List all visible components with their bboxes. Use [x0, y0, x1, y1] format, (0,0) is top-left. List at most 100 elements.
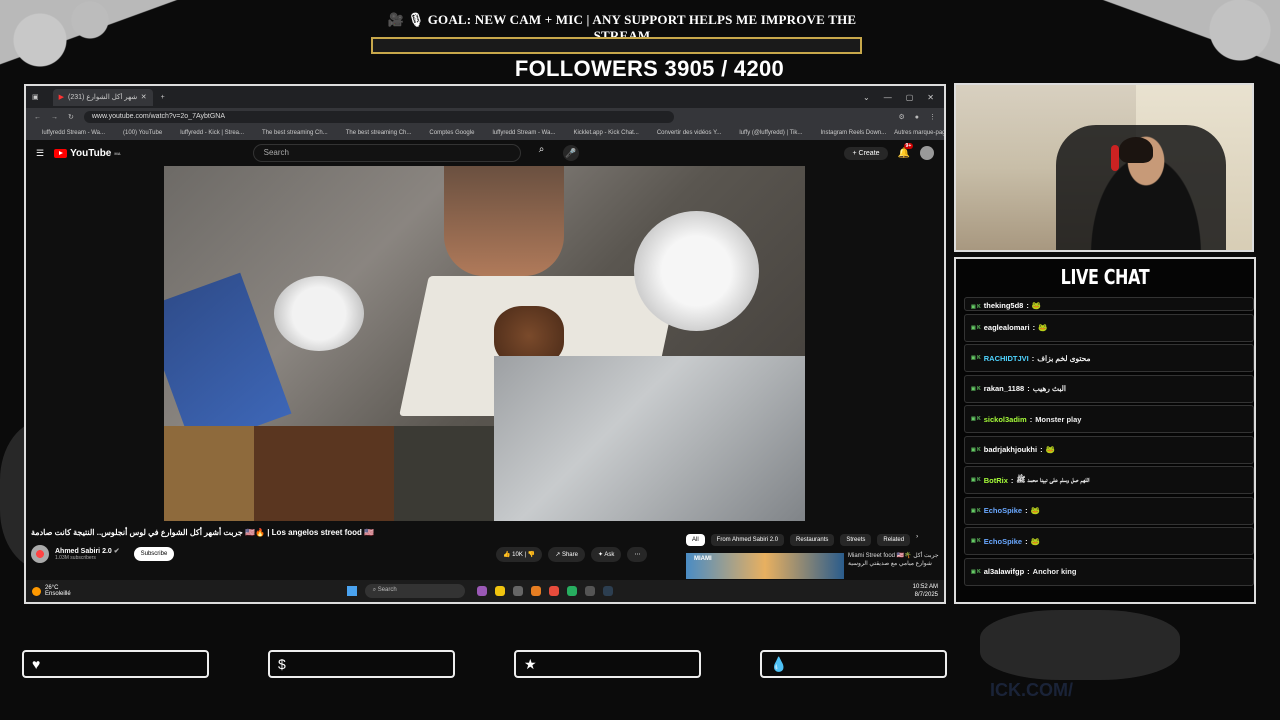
chrome-icon[interactable]: [566, 586, 577, 596]
chat-message: ▣ Kal3alawifgp: Anchor king: [964, 557, 1254, 586]
create-button[interactable]: + Create: [844, 146, 888, 160]
youtube-search-input[interactable]: Search: [252, 144, 521, 162]
like-button[interactable]: 👍 10K | 👎: [496, 547, 543, 562]
chat-text: Anchor king: [1032, 567, 1077, 576]
bookmark-item[interactable]: The best streaming Ch...: [346, 130, 412, 136]
channel-avatar[interactable]: [31, 545, 49, 563]
youtube-play-icon: [54, 148, 68, 158]
watermark-text: ICK.COM/: [990, 680, 1073, 700]
app-icon[interactable]: [548, 586, 559, 596]
bookmark-item[interactable]: (100) YouTube: [123, 130, 162, 136]
thumbs-down-icon[interactable]: 👎: [528, 552, 535, 558]
close-tab-icon[interactable]: ✕: [141, 93, 147, 101]
related-title[interactable]: Miami Street food 🇺🇸🌴 جربت أكل شوارع ميا…: [848, 553, 940, 579]
new-tab-icon[interactable]: +: [161, 94, 165, 101]
logo-text: YouTube: [70, 147, 112, 159]
chat-username[interactable]: eaglealomari: [984, 323, 1030, 332]
chat-separator: :: [1027, 567, 1030, 576]
ask-button[interactable]: ✦ Ask: [590, 547, 622, 562]
chat-username[interactable]: EchoSpike: [984, 537, 1022, 546]
url-field[interactable]: www.youtube.com/watch?v=2o_7AybtGNA: [83, 111, 674, 123]
badge-icon: ▣ K: [971, 416, 981, 422]
chat-username[interactable]: rakan_1188: [984, 384, 1024, 393]
channel-name[interactable]: Ahmed Sabiri 2.0 ✔: [55, 547, 120, 555]
chip-0[interactable]: All: [686, 534, 705, 546]
logo-country: MA: [114, 150, 121, 156]
badge-icon: ▣ K: [971, 446, 981, 453]
more-actions-icon[interactable]: ⋯: [627, 547, 648, 562]
chat-username[interactable]: badrjakhjoukhi: [984, 445, 1037, 454]
profile-icon[interactable]: ●: [915, 114, 919, 121]
close-window-icon[interactable]: ✕: [927, 93, 934, 102]
related-thumbnail[interactable]: MIAMI: [686, 553, 844, 579]
steam-icon[interactable]: [602, 586, 613, 596]
channel-name-text: Ahmed Sabiri 2.0: [55, 548, 112, 555]
subscribe-button[interactable]: Subscribe: [133, 547, 175, 561]
search-icon[interactable]: ⌕: [531, 144, 553, 162]
bookmarks-more[interactable]: Autres marque-pages: [894, 130, 944, 136]
bookmark-item[interactable]: Comptes Google: [429, 130, 474, 136]
minimize-icon[interactable]: —: [884, 93, 892, 102]
support-button-3[interactable]: 💧: [760, 650, 947, 678]
support-button-2[interactable]: ★: [514, 650, 701, 678]
terminal-icon[interactable]: [512, 586, 523, 596]
heart-icon: ♥: [32, 656, 41, 672]
mic-icon[interactable]: 🎤: [562, 145, 579, 161]
chat-message: ▣ Krakan_1188: البث رهيب: [964, 374, 1254, 403]
bookmark-item[interactable]: Instagram Reels Down...: [820, 130, 886, 136]
chat-username[interactable]: EchoSpike: [984, 506, 1022, 515]
firefox-icon[interactable]: [530, 586, 541, 596]
share-button[interactable]: ↗ Share: [548, 547, 585, 562]
support-button-1[interactable]: $: [268, 650, 455, 678]
bookmark-item[interactable]: luffyredd - Kick | Strea...: [180, 130, 244, 136]
chevron-down-icon[interactable]: ⌄: [863, 93, 870, 102]
chip-3[interactable]: Streets: [840, 534, 872, 546]
badge-icon: ▣ K: [971, 385, 981, 392]
screen-capture: ▣ ▶ جربت أشهر أكل الشوارع (231) ✕ + ⌄ — …: [24, 84, 946, 604]
obs-icon[interactable]: [584, 586, 595, 596]
bookmark-item[interactable]: luffy (@luffyredd) | Tik...: [739, 130, 802, 136]
chat-username[interactable]: theking5d8: [984, 301, 1024, 310]
bookmark-item[interactable]: luffyredd Stream - Wa...: [492, 130, 555, 136]
chip-1[interactable]: From Ahmed Sabiri 2.0: [710, 534, 785, 546]
bookmark-item[interactable]: Kicklet.app - Kick Chat...: [573, 130, 638, 136]
chevron-right-icon[interactable]: ›: [916, 534, 918, 546]
related-video[interactable]: MIAMI Miami Street food 🇺🇸🌴 جربت أكل شوا…: [686, 553, 940, 579]
taskbar-search[interactable]: ⌕ Search: [364, 584, 465, 598]
account-avatar[interactable]: [920, 146, 934, 160]
menu-icon[interactable]: ⋮: [929, 113, 936, 121]
bookmark-item[interactable]: luffyredd Stream - Wa...: [42, 130, 105, 136]
weather-widget[interactable]: 26°C Ensoleillé: [32, 585, 71, 597]
extensions-icon[interactable]: ⚙: [898, 113, 904, 121]
taskbar-clock[interactable]: 10:52 AM 8/7/2025: [913, 583, 938, 600]
badge-icon: ▣ K: [971, 568, 981, 575]
browser-tab[interactable]: ▶ جربت أشهر أكل الشوارع (231) ✕: [52, 88, 153, 106]
forward-icon[interactable]: →: [51, 114, 58, 121]
chip-2[interactable]: Restaurants: [790, 534, 835, 546]
chat-username[interactable]: sickol3adim: [984, 415, 1027, 424]
windows-start-icon[interactable]: [346, 586, 357, 596]
chat-username[interactable]: RACHIDTJVI: [984, 354, 1029, 363]
copilot-icon[interactable]: [476, 586, 487, 596]
chat-message: ▣ Ktheking5d8: 🐸: [964, 297, 1254, 311]
video-player[interactable]: [164, 166, 805, 521]
chat-username[interactable]: BotRix: [984, 476, 1008, 485]
channel-row: Ahmed Sabiri 2.0 ✔ 1.03M subscribers Sub…: [31, 545, 175, 563]
reload-icon[interactable]: ↻: [68, 113, 74, 121]
maximize-icon[interactable]: ▢: [906, 93, 914, 102]
file-explorer-icon[interactable]: [494, 586, 505, 596]
chat-text: 🐸: [1031, 301, 1042, 310]
sun-icon: [32, 586, 41, 596]
support-button-0[interactable]: ♥: [22, 650, 209, 678]
bookmark-item[interactable]: Convertir des vidéos Y...: [657, 130, 721, 136]
share-label: Share: [561, 552, 578, 558]
notifications-bell-icon[interactable]: 🔔 9+: [898, 142, 914, 159]
youtube-logo[interactable]: YouTube MA: [54, 148, 121, 159]
bookmark-item[interactable]: The best streaming Ch...: [262, 130, 328, 136]
weather-text: Ensoleillé: [45, 591, 71, 597]
chip-4[interactable]: Related: [877, 534, 911, 546]
back-icon[interactable]: ←: [34, 114, 41, 121]
chat-username[interactable]: al3alawifgp: [984, 567, 1024, 576]
chat-text: البث رهيب: [1032, 384, 1066, 393]
hamburger-menu-icon[interactable]: ☰: [36, 148, 44, 159]
